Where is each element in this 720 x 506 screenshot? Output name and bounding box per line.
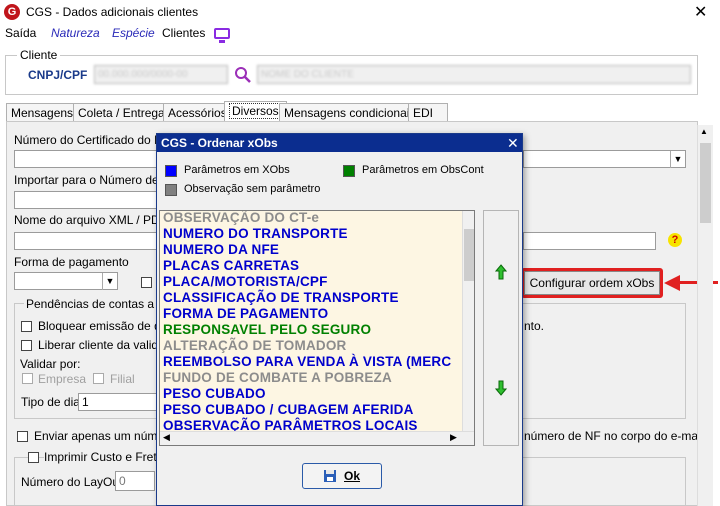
tab-diversos[interactable]: Diversos: [224, 101, 287, 121]
xobs-list-item[interactable]: NUMERO DA NFE: [163, 242, 279, 257]
xobs-list-item[interactable]: PESO CUBADO / CUBAGEM AFERIDA: [163, 402, 414, 417]
empresa-label: Empresa: [38, 372, 87, 386]
legend-obscont-swatch: [343, 165, 355, 177]
ok-button[interactable]: Ok: [302, 463, 382, 489]
list-scroll-thumb[interactable]: [464, 229, 474, 281]
xml-input-right[interactable]: [523, 232, 656, 250]
nto-fragment: nto.: [524, 319, 545, 333]
highlight-box: [521, 268, 663, 298]
bloquear-checkbox[interactable]: [21, 321, 32, 332]
menu-saida[interactable]: Saída: [5, 26, 36, 40]
bloquear-label: Bloquear emissão de doc: [38, 319, 174, 333]
forma-pagamento-select[interactable]: ▼: [14, 272, 118, 290]
scroll-right-icon[interactable]: ▶: [450, 432, 457, 443]
xobs-list-item[interactable]: PLACA/MOTORISTA/CPF: [163, 274, 328, 289]
dialog-close-button[interactable]: ✕: [507, 134, 519, 152]
chevron-down-icon[interactable]: ▼: [670, 151, 685, 168]
ordenar-xobs-dialog: CGS - Ordenar xObs ✕ Parâmetros em XObs …: [156, 133, 523, 506]
save-icon: [324, 470, 336, 482]
layout-label: Número do LayOut: [21, 475, 123, 489]
tipo-dia-label: Tipo de dia: [21, 395, 80, 409]
cnpj-label: CNPJ/CPF: [28, 68, 88, 82]
red-arrow-icon: [664, 275, 680, 291]
menu-clientes[interactable]: Clientes: [162, 26, 205, 40]
legend-xobs-label: Parâmetros em XObs: [184, 164, 290, 176]
legend-xobs-swatch: [165, 165, 177, 177]
ok-button-label: Ok: [344, 469, 361, 483]
certificado-select[interactable]: ▼: [523, 150, 686, 168]
filial-checkbox[interactable]: [93, 373, 104, 384]
certificado-label: Número do Certificado do Reg: [14, 133, 177, 147]
tab-mensagens-condicionais[interactable]: Mensagens condicionais: [279, 103, 421, 121]
liberar-label: Liberar cliente da valida: [38, 338, 165, 352]
forma-pagamento-label: Forma de pagamento: [14, 255, 129, 269]
list-horizontal-scrollbar[interactable]: ◀ ▶: [160, 431, 474, 445]
tab-mensagens[interactable]: Mensagens: [6, 103, 79, 121]
xobs-list-item[interactable]: CLASSIFICAÇÃO DE TRANSPORTE: [163, 290, 399, 305]
menu-especie[interactable]: Espécie: [112, 26, 155, 40]
tab-diversos-label: Diversos: [229, 103, 282, 119]
xobs-list-item[interactable]: RESPONSAVEL PELO SEGURO: [163, 322, 371, 337]
scroll-left-icon[interactable]: ◀: [163, 432, 170, 443]
empresa-checkbox[interactable]: [22, 373, 33, 384]
tab-acessorios[interactable]: Acessórios: [163, 103, 232, 121]
xobs-list-item[interactable]: FORMA DE PAGAMENTO: [163, 306, 328, 321]
xobs-listbox[interactable]: OBSERVAÇÃO DO CT-e NUMERO DO TRANSPORTE NU…: [159, 210, 475, 446]
search-icon[interactable]: [234, 66, 252, 84]
filial-label: Filial: [110, 372, 135, 386]
checkbox[interactable]: [141, 277, 152, 288]
arrow-up-icon[interactable]: [495, 264, 507, 280]
liberar-checkbox[interactable]: [21, 340, 32, 351]
enviar-label: Enviar apenas um número: [34, 429, 175, 443]
monitor-icon[interactable]: [214, 28, 230, 39]
window-close-button[interactable]: ✕: [694, 2, 707, 22]
legend-sem-parametro-label: Observação sem parâmetro: [184, 183, 321, 195]
help-icon[interactable]: ?: [668, 233, 682, 247]
tipo-dia-input[interactable]: 1: [78, 393, 158, 411]
app-logo-icon: G: [4, 4, 20, 20]
main-scrollbar[interactable]: ▲: [697, 125, 713, 506]
importar-label: Importar para o Número de tra: [14, 173, 177, 187]
enviar-checkbox[interactable]: [17, 431, 28, 442]
scroll-up-icon[interactable]: ▲: [700, 127, 708, 136]
chevron-down-icon[interactable]: ▼: [102, 273, 117, 290]
dialog-title: CGS - Ordenar xObs: [157, 134, 522, 152]
tab-coleta-entrega[interactable]: Coleta / Entrega: [73, 103, 170, 121]
importar-input[interactable]: [14, 191, 159, 209]
enviar-right-label: número de NF no corpo do e-mail: [524, 429, 704, 443]
xml-input[interactable]: [14, 232, 159, 250]
client-name-field: NOME DO CLIENTE: [257, 65, 691, 84]
order-arrow-panel: [483, 210, 519, 446]
xobs-list-item[interactable]: ALTERAÇÃO DE TOMADOR: [163, 338, 347, 353]
monitor-stand: [219, 40, 225, 43]
window-title: CGS - Dados adicionais clientes: [26, 5, 199, 19]
xobs-list-item[interactable]: FUNDO DE COMBATE A POBREZA: [163, 370, 392, 385]
validar-label: Validar por:: [20, 357, 81, 371]
imprimir-checkbox[interactable]: [28, 452, 39, 463]
xobs-list-item[interactable]: OBSERVAÇÃO DO CT-e: [163, 211, 319, 225]
xobs-list-item[interactable]: PESO CUBADO: [163, 386, 266, 401]
xml-label: Nome do arquivo XML / PDF: [14, 213, 167, 227]
legend-sem-parametro-swatch: [165, 184, 177, 196]
layout-input[interactable]: 0: [115, 471, 155, 491]
cnpj-input[interactable]: 00.000.000/0000-00: [94, 65, 228, 84]
scroll-thumb[interactable]: [700, 143, 711, 223]
cliente-group-label: Cliente: [17, 48, 61, 62]
xobs-list-item[interactable]: PLACAS CARRETAS: [163, 258, 299, 273]
legend-obscont-label: Parâmetros em ObsCont: [362, 164, 484, 176]
tab-edi[interactable]: EDI: [408, 103, 448, 121]
menu-natureza[interactable]: Natureza: [51, 26, 100, 40]
xobs-list-item[interactable]: NUMERO DO TRANSPORTE: [163, 226, 348, 241]
certificado-input[interactable]: [14, 150, 159, 168]
arrow-down-icon[interactable]: [495, 380, 507, 396]
list-vertical-scrollbar[interactable]: [462, 211, 474, 431]
xobs-list-item[interactable]: REEMBOLSO PARA VENDA À VISTA (MERC: [163, 354, 451, 369]
